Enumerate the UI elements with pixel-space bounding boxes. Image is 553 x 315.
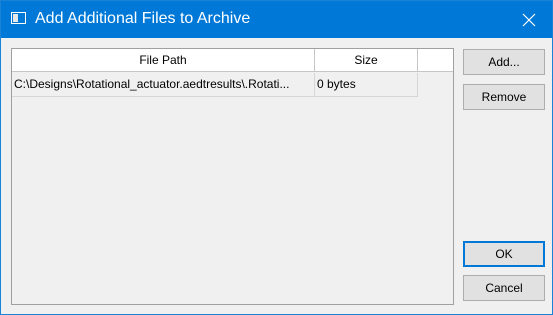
column-header-size[interactable]: Size bbox=[315, 49, 418, 71]
cancel-button[interactable]: Cancel bbox=[463, 275, 545, 301]
window-title: Add Additional Files to Archive bbox=[35, 10, 251, 27]
list-header: File Path Size bbox=[12, 49, 453, 72]
window-icon bbox=[11, 12, 26, 24]
close-button[interactable] bbox=[506, 1, 552, 38]
remove-button[interactable]: Remove bbox=[463, 84, 545, 110]
close-icon bbox=[522, 13, 536, 26]
column-header-filler bbox=[418, 49, 453, 71]
dialog-window: Add Additional Files to Archive File Pat… bbox=[0, 0, 553, 315]
ok-button[interactable]: OK bbox=[463, 241, 545, 267]
file-list[interactable]: File Path Size C:\Designs\Rotational_act… bbox=[11, 48, 454, 305]
title-bar: Add Additional Files to Archive bbox=[1, 1, 552, 38]
add-button[interactable]: Add... bbox=[463, 49, 545, 75]
column-header-file-path[interactable]: File Path bbox=[12, 49, 315, 71]
file-size-cell: 0 bytes bbox=[315, 73, 418, 97]
file-path-cell: C:\Designs\Rotational_actuator.aedtresul… bbox=[12, 73, 315, 97]
